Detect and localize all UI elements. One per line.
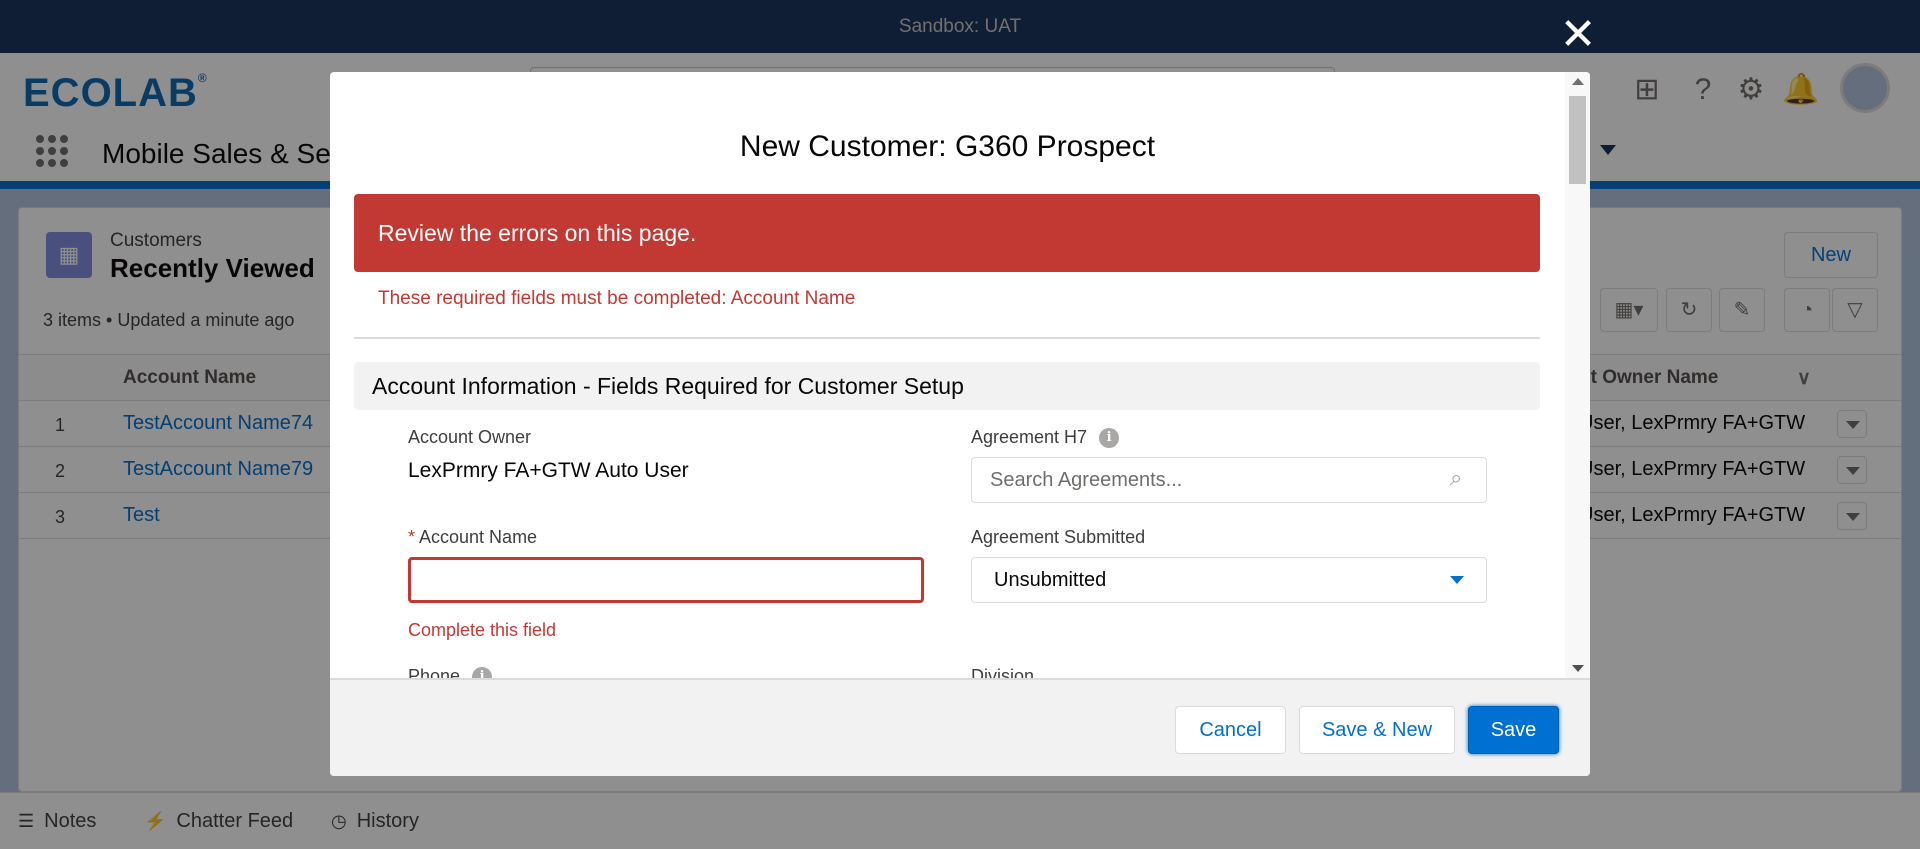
phone-label: Phone i	[408, 666, 493, 678]
save-and-new-button[interactable]: Save & New	[1299, 706, 1455, 754]
modal-footer: Cancel Save & New Save	[330, 678, 1590, 776]
agreement-submitted-value: Unsubmitted	[994, 569, 1107, 591]
account-owner-value: LexPrmry FA+GTW Auto User	[408, 459, 689, 482]
info-icon[interactable]: i	[472, 667, 493, 678]
modal-title: New Customer: G360 Prospect	[739, 130, 1156, 163]
agreement-submitted-select[interactable]: Unsubmitted	[971, 557, 1487, 603]
phone-label-text: Phone	[408, 666, 461, 678]
section-header[interactable]: Account Information - Fields Required fo…	[354, 362, 1540, 410]
division-label: Division	[971, 666, 1035, 678]
account-name-label-text: Account Name	[419, 527, 538, 547]
info-icon[interactable]: i	[1099, 428, 1120, 449]
scroll-thumb[interactable]	[1569, 96, 1586, 184]
agreement-h7-label: Agreement H7 i	[971, 427, 1120, 449]
error-banner: Review the errors on this page.	[354, 194, 1540, 272]
close-icon[interactable]: ✕	[1559, 13, 1597, 57]
modal-body: New Customer: G360 Prospect Review the e…	[330, 72, 1565, 678]
cancel-button[interactable]: Cancel	[1175, 706, 1286, 754]
account-name-error: Complete this field	[408, 620, 557, 640]
new-customer-modal: New Customer: G360 Prospect Review the e…	[330, 72, 1590, 776]
account-name-label: * Account Name	[408, 527, 537, 548]
search-icon: ⌕	[1450, 465, 1463, 490]
required-fields-error[interactable]: These required fields must be completed:…	[378, 288, 855, 310]
save-button[interactable]: Save	[1468, 706, 1559, 754]
modal-scrollbar[interactable]	[1565, 72, 1590, 678]
agreement-search-input[interactable]	[971, 457, 1487, 503]
agreement-submitted-label: Agreement Submitted	[971, 527, 1146, 547]
divider	[354, 337, 1540, 339]
account-name-input[interactable]	[408, 557, 924, 603]
chevron-down-icon	[1450, 576, 1464, 584]
account-owner-label: Account Owner	[408, 427, 532, 447]
required-marker: *	[408, 527, 416, 547]
scroll-down-icon[interactable]	[1572, 665, 1584, 672]
agreement-h7-label-text: Agreement H7	[971, 427, 1088, 447]
scroll-up-icon[interactable]	[1572, 78, 1584, 85]
